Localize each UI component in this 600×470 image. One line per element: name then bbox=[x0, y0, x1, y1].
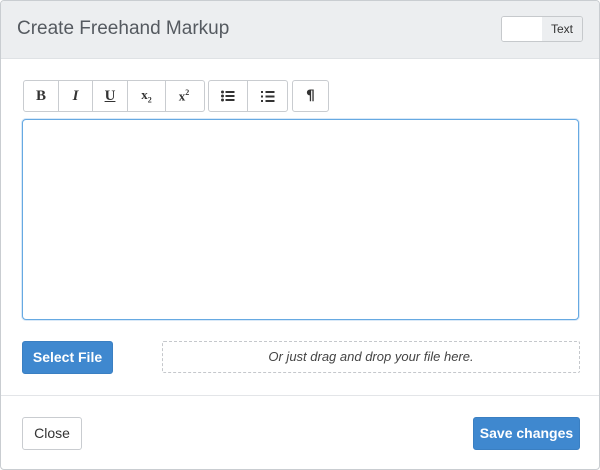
numbered-list-button[interactable] bbox=[248, 81, 287, 111]
paragraph-icon: ¶ bbox=[306, 88, 315, 104]
toggle-label: Text bbox=[542, 17, 582, 41]
subscript-button[interactable]: x2 bbox=[128, 81, 166, 111]
subscript-icon: x2 bbox=[141, 87, 152, 105]
superscript-icon: x2 bbox=[179, 88, 190, 104]
text-style-group: B I U x2 x2 bbox=[23, 80, 205, 112]
superscript-sup: 2 bbox=[185, 87, 190, 97]
italic-icon: I bbox=[72, 87, 79, 104]
underline-icon: U bbox=[104, 87, 116, 104]
bulleted-list-icon bbox=[221, 90, 235, 102]
select-file-button[interactable]: Select File bbox=[22, 341, 113, 374]
dialog-title: Create Freehand Markup bbox=[17, 18, 230, 39]
italic-button[interactable]: I bbox=[59, 81, 93, 111]
close-button[interactable]: Close bbox=[22, 417, 82, 450]
paragraph-group: ¶ bbox=[292, 80, 329, 112]
numbered-list-icon bbox=[260, 90, 275, 103]
file-dropzone[interactable]: Or just drag and drop your file here. bbox=[162, 341, 580, 373]
dialog-footer: Close Save changes bbox=[1, 395, 599, 469]
save-changes-button[interactable]: Save changes bbox=[473, 417, 580, 450]
text-mode-toggle[interactable]: Text bbox=[501, 16, 583, 42]
dialog-header: Create Freehand Markup Text bbox=[1, 1, 599, 59]
bulleted-list-button[interactable] bbox=[209, 81, 248, 111]
bold-icon: B bbox=[35, 87, 46, 104]
paragraph-button[interactable]: ¶ bbox=[293, 81, 328, 111]
subscript-sub: 2 bbox=[147, 95, 152, 105]
underline-button[interactable]: U bbox=[93, 81, 128, 111]
bold-button[interactable]: B bbox=[24, 81, 59, 111]
toggle-knob[interactable] bbox=[502, 17, 543, 41]
markup-text-editor[interactable] bbox=[22, 119, 579, 320]
list-group bbox=[208, 80, 288, 112]
freehand-markup-dialog: Create Freehand Markup Text B I U x2 x2 bbox=[0, 0, 600, 470]
superscript-button[interactable]: x2 bbox=[166, 81, 202, 111]
